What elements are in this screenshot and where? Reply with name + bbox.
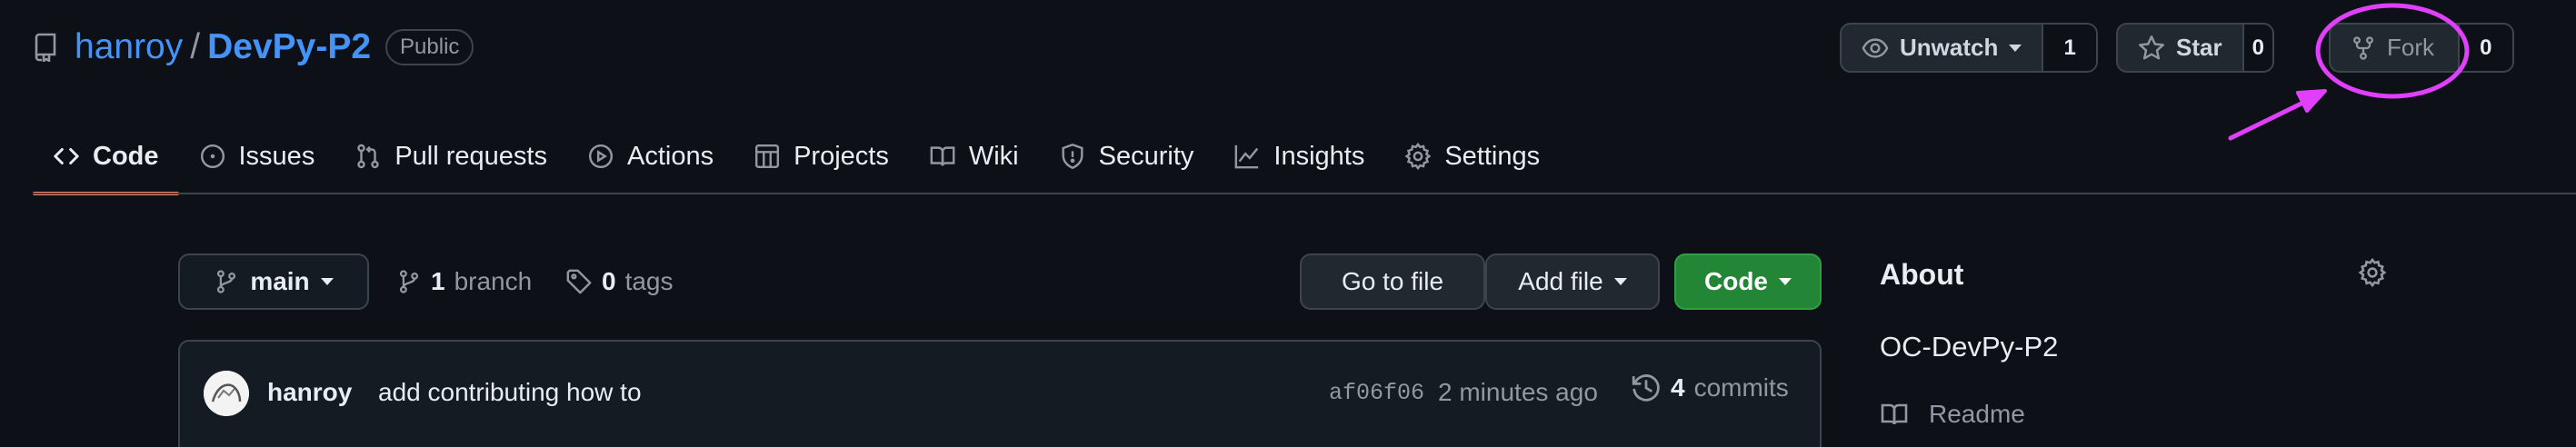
chevron-down-icon	[1613, 278, 1627, 285]
unwatch-button[interactable]: Unwatch	[1842, 25, 2042, 71]
forks-count[interactable]: 0	[2457, 25, 2512, 71]
commit-count: 4	[1671, 373, 1685, 402]
readme-label: Readme	[1929, 400, 2025, 428]
gear-icon	[1404, 143, 1432, 170]
issue-opened-icon	[199, 143, 226, 170]
tab-label: Insights	[1273, 141, 1365, 171]
add-file-button[interactable]: Add file	[1485, 253, 1660, 310]
tab-wiki[interactable]: Wiki	[909, 118, 1039, 194]
go-to-file-button[interactable]: Go to file	[1300, 253, 1485, 310]
repo-description: OC-DevPy-P2	[1880, 331, 2059, 363]
about-heading: About	[1880, 258, 1964, 291]
tab-issues[interactable]: Issues	[179, 118, 335, 194]
latest-commit-box: hanroy add contributing how to af06f06 2…	[178, 340, 1822, 447]
readme-link[interactable]: Readme	[1880, 400, 2025, 429]
tag-count: 0	[602, 267, 616, 295]
add-file-label: Add file	[1518, 267, 1603, 295]
tab-label: Pull requests	[394, 141, 547, 171]
star-label: Star	[2176, 34, 2222, 61]
repo-title: hanroy / DevPy-P2 Public	[31, 22, 474, 73]
play-icon	[587, 143, 614, 170]
tab-security[interactable]: Security	[1039, 118, 1214, 194]
tabs-divider	[33, 193, 2576, 194]
tab-label: Security	[1098, 141, 1194, 171]
tab-label: Wiki	[968, 141, 1019, 171]
branch-count: 1	[431, 267, 445, 295]
tab-settings[interactable]: Settings	[1384, 118, 1560, 194]
repo-name-link[interactable]: DevPy-P2	[207, 27, 371, 67]
fork-button[interactable]: Fork	[2331, 25, 2458, 71]
about-settings-button[interactable]	[2358, 258, 2387, 287]
avatar[interactable]	[204, 371, 249, 416]
tab-projects[interactable]: Projects	[734, 118, 909, 194]
commit-count-label: commits	[1693, 373, 1789, 402]
repo-page: hanroy / DevPy-P2 Public Unwatch 1 Star …	[0, 0, 2576, 447]
tag-icon	[565, 268, 593, 295]
go-to-file-label: Go to file	[1341, 267, 1444, 295]
branch-selector[interactable]: main	[178, 253, 369, 310]
tab-actions[interactable]: Actions	[567, 118, 734, 194]
fork-button-group: Fork 0	[2329, 23, 2514, 73]
tab-code[interactable]: Code	[33, 118, 179, 195]
path-separator: /	[190, 27, 201, 66]
watch-button-group: Unwatch 1	[1840, 23, 2098, 73]
git-pull-request-icon	[354, 143, 382, 170]
table-icon	[754, 143, 781, 170]
branch-label: branch	[454, 267, 533, 295]
tab-pull-requests[interactable]: Pull requests	[334, 118, 567, 194]
git-branch-icon	[214, 269, 239, 294]
repo-icon	[31, 33, 60, 62]
chevron-down-icon	[1779, 278, 1792, 285]
tab-label: Code	[93, 141, 159, 171]
book-icon	[929, 143, 956, 170]
repo-owner-link[interactable]: hanroy	[75, 27, 183, 67]
tags-link[interactable]: 0 tags	[565, 260, 674, 303]
visibility-badge: Public	[385, 29, 474, 65]
commit-sha-link[interactable]: af06f06	[1329, 380, 1424, 406]
tab-label: Actions	[626, 141, 714, 171]
repo-forked-icon	[2351, 35, 2376, 61]
star-button[interactable]: Star	[2118, 25, 2242, 71]
code-button-label: Code	[1704, 267, 1768, 295]
tab-label: Issues	[238, 141, 315, 171]
gear-icon	[2358, 258, 2387, 287]
unwatch-label: Unwatch	[1900, 34, 1999, 61]
commit-time: 2 minutes ago	[1438, 378, 1598, 406]
graph-icon	[1233, 143, 1261, 170]
code-button[interactable]: Code	[1674, 253, 1822, 310]
stars-count[interactable]: 0	[2242, 25, 2272, 71]
tab-label: Projects	[794, 141, 889, 171]
commit-author-link[interactable]: hanroy	[267, 378, 352, 407]
tab-insights[interactable]: Insights	[1213, 118, 1384, 194]
eye-icon	[1862, 35, 1889, 62]
branches-link[interactable]: 1 branch	[396, 260, 532, 303]
git-branch-icon	[396, 269, 422, 294]
code-icon	[53, 143, 80, 170]
tab-label: Settings	[1444, 141, 1541, 171]
star-icon	[2138, 35, 2165, 62]
commits-link[interactable]: 4 commits	[1631, 372, 1789, 403]
commit-message-link[interactable]: add contributing how to	[378, 378, 642, 407]
watchers-count[interactable]: 1	[2042, 25, 2096, 71]
repo-nav-tabs: Code Issues Pull requests Actions Projec…	[33, 118, 1560, 195]
chevron-down-icon	[320, 278, 334, 285]
star-button-group: Star 0	[2116, 23, 2274, 73]
history-icon	[1631, 372, 1662, 403]
shield-icon	[1059, 143, 1086, 170]
chevron-down-icon	[2009, 44, 2022, 52]
book-icon	[1880, 400, 1909, 429]
branch-name: main	[250, 267, 310, 295]
fork-label: Fork	[2387, 34, 2434, 61]
tag-label: tags	[624, 267, 674, 295]
